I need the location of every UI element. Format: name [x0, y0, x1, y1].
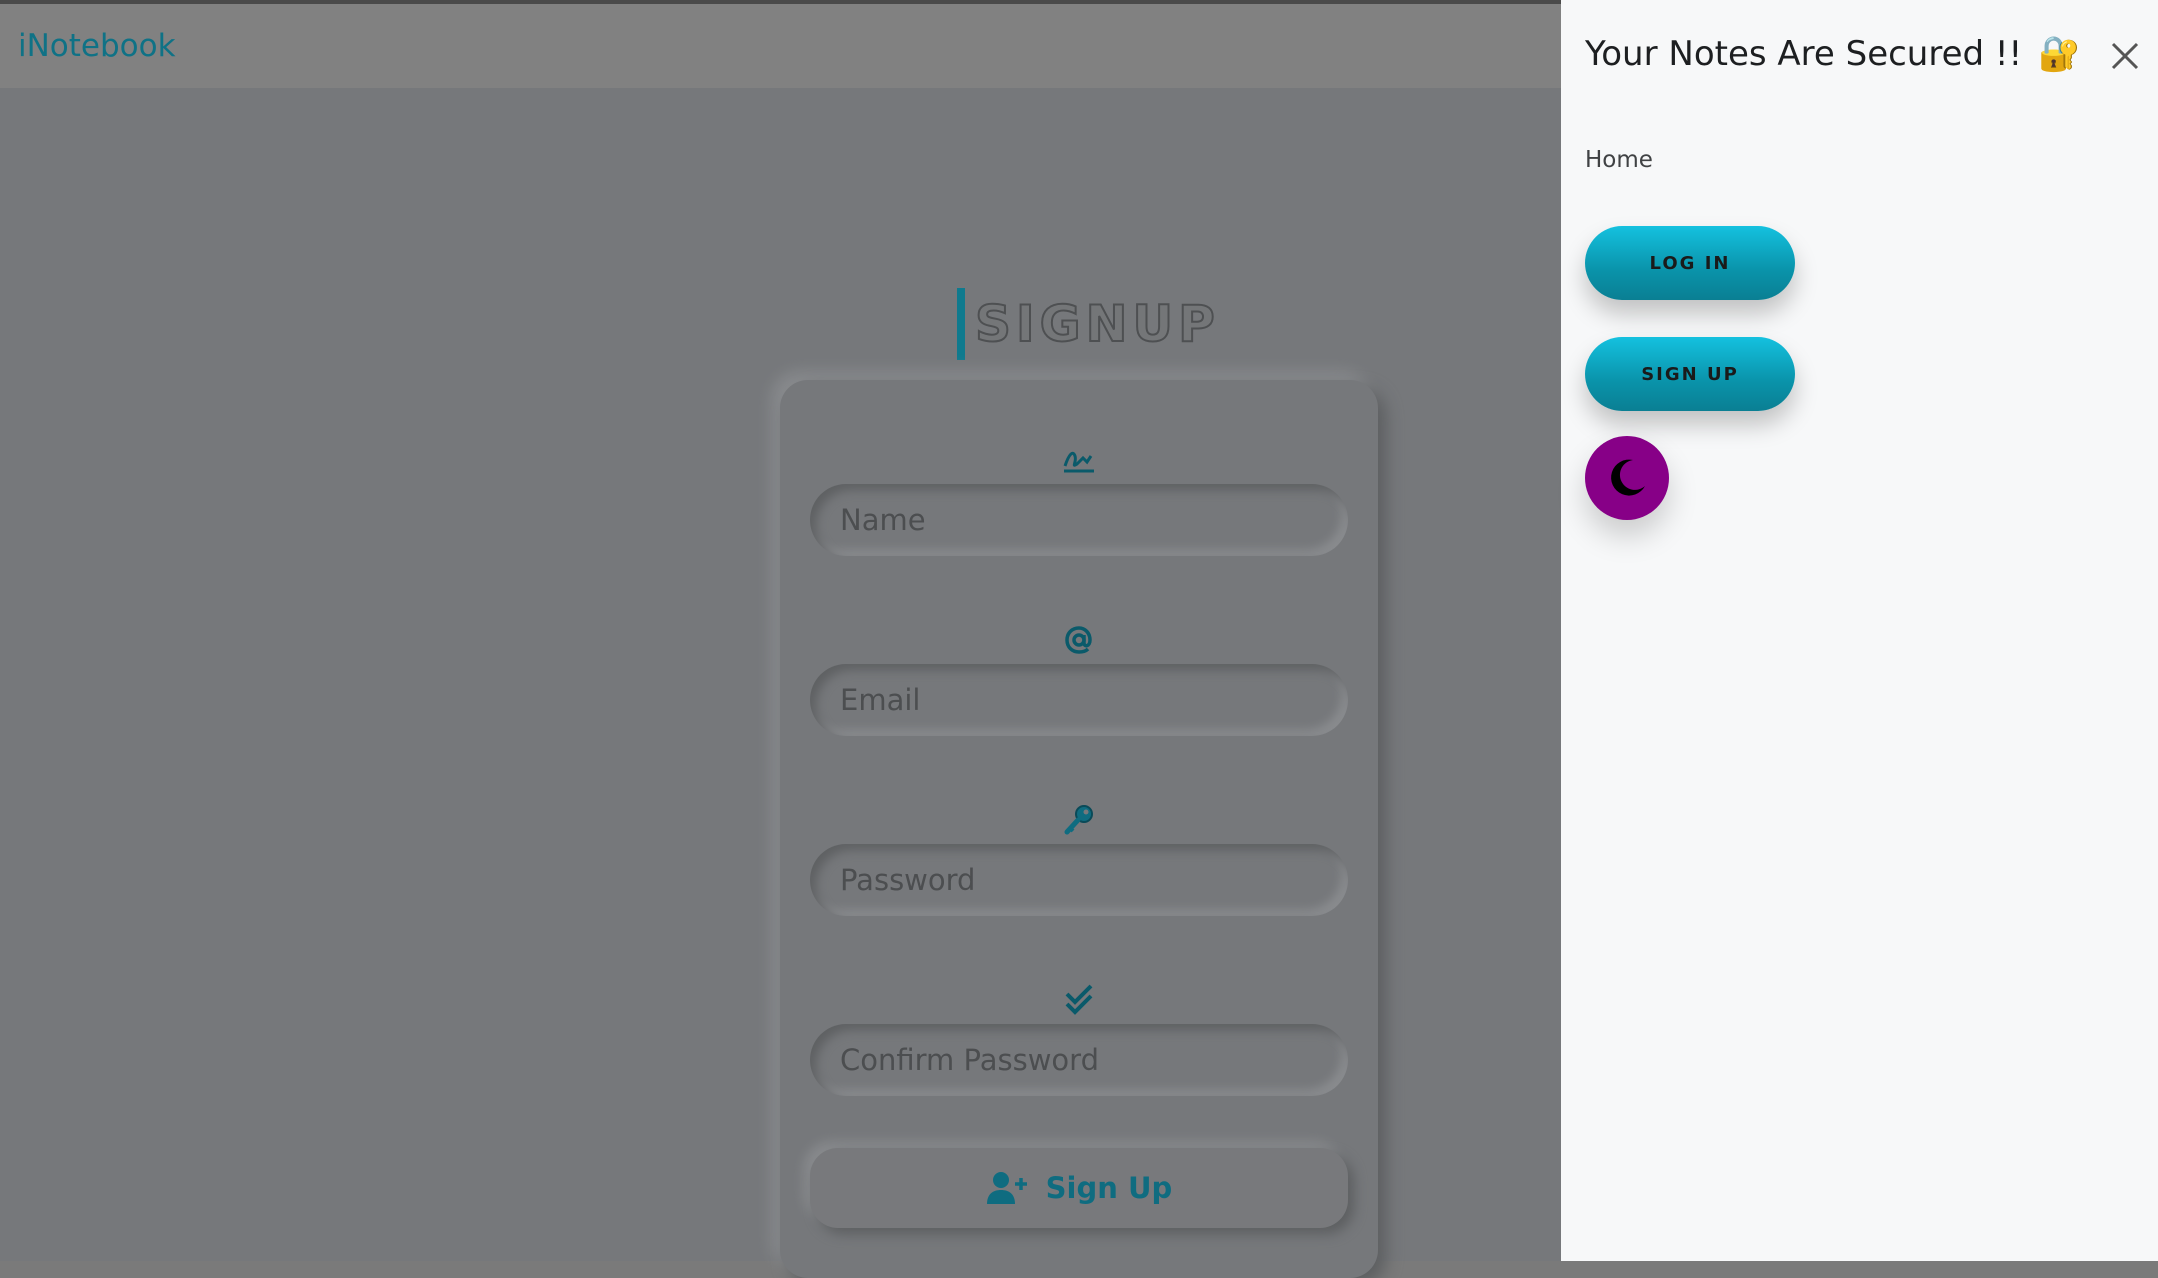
close-icon[interactable] — [2109, 40, 2141, 72]
signup-button[interactable]: SIGN UP — [1585, 337, 1795, 411]
signup-submit-button[interactable]: Sign Up — [810, 1148, 1348, 1228]
password-input[interactable] — [810, 844, 1348, 916]
email-input[interactable] — [810, 664, 1348, 736]
signup-heading: SIGNUP — [957, 288, 1220, 360]
key-icon — [1064, 805, 1093, 835]
login-button[interactable]: LOG IN — [1585, 226, 1795, 300]
double-check-icon — [1065, 984, 1093, 1015]
drawer-title-text: Your Notes Are Secured !! — [1585, 34, 2023, 74]
brand-link[interactable]: iNotebook — [18, 28, 176, 64]
theme-toggle-button[interactable] — [1585, 436, 1669, 520]
heading-accent-bar — [957, 288, 965, 360]
signature-icon — [1063, 451, 1094, 473]
signup-title: SIGNUP — [974, 294, 1220, 354]
signup-form-card: Sign Up — [780, 380, 1378, 1278]
signup-submit-label: Sign Up — [1045, 1171, 1173, 1205]
lock-icon: 🔐 — [2038, 34, 2081, 74]
offcanvas-drawer: Your Notes Are Secured !! 🔐 Home LOG IN … — [1561, 0, 2158, 1261]
user-plus-icon — [986, 1172, 1027, 1204]
home-link[interactable]: Home — [1585, 147, 1653, 173]
at-sign-icon — [1065, 626, 1092, 654]
name-input[interactable] — [810, 484, 1348, 556]
confirm-password-input[interactable] — [810, 1024, 1348, 1096]
navbar: iNotebook — [0, 4, 1561, 88]
drawer-title: Your Notes Are Secured !! 🔐 — [1585, 34, 2081, 74]
moon-icon — [1611, 459, 1645, 496]
signup-page-backdrop: SIGNUP Name Email Sign Up — [0, 88, 1561, 1278]
